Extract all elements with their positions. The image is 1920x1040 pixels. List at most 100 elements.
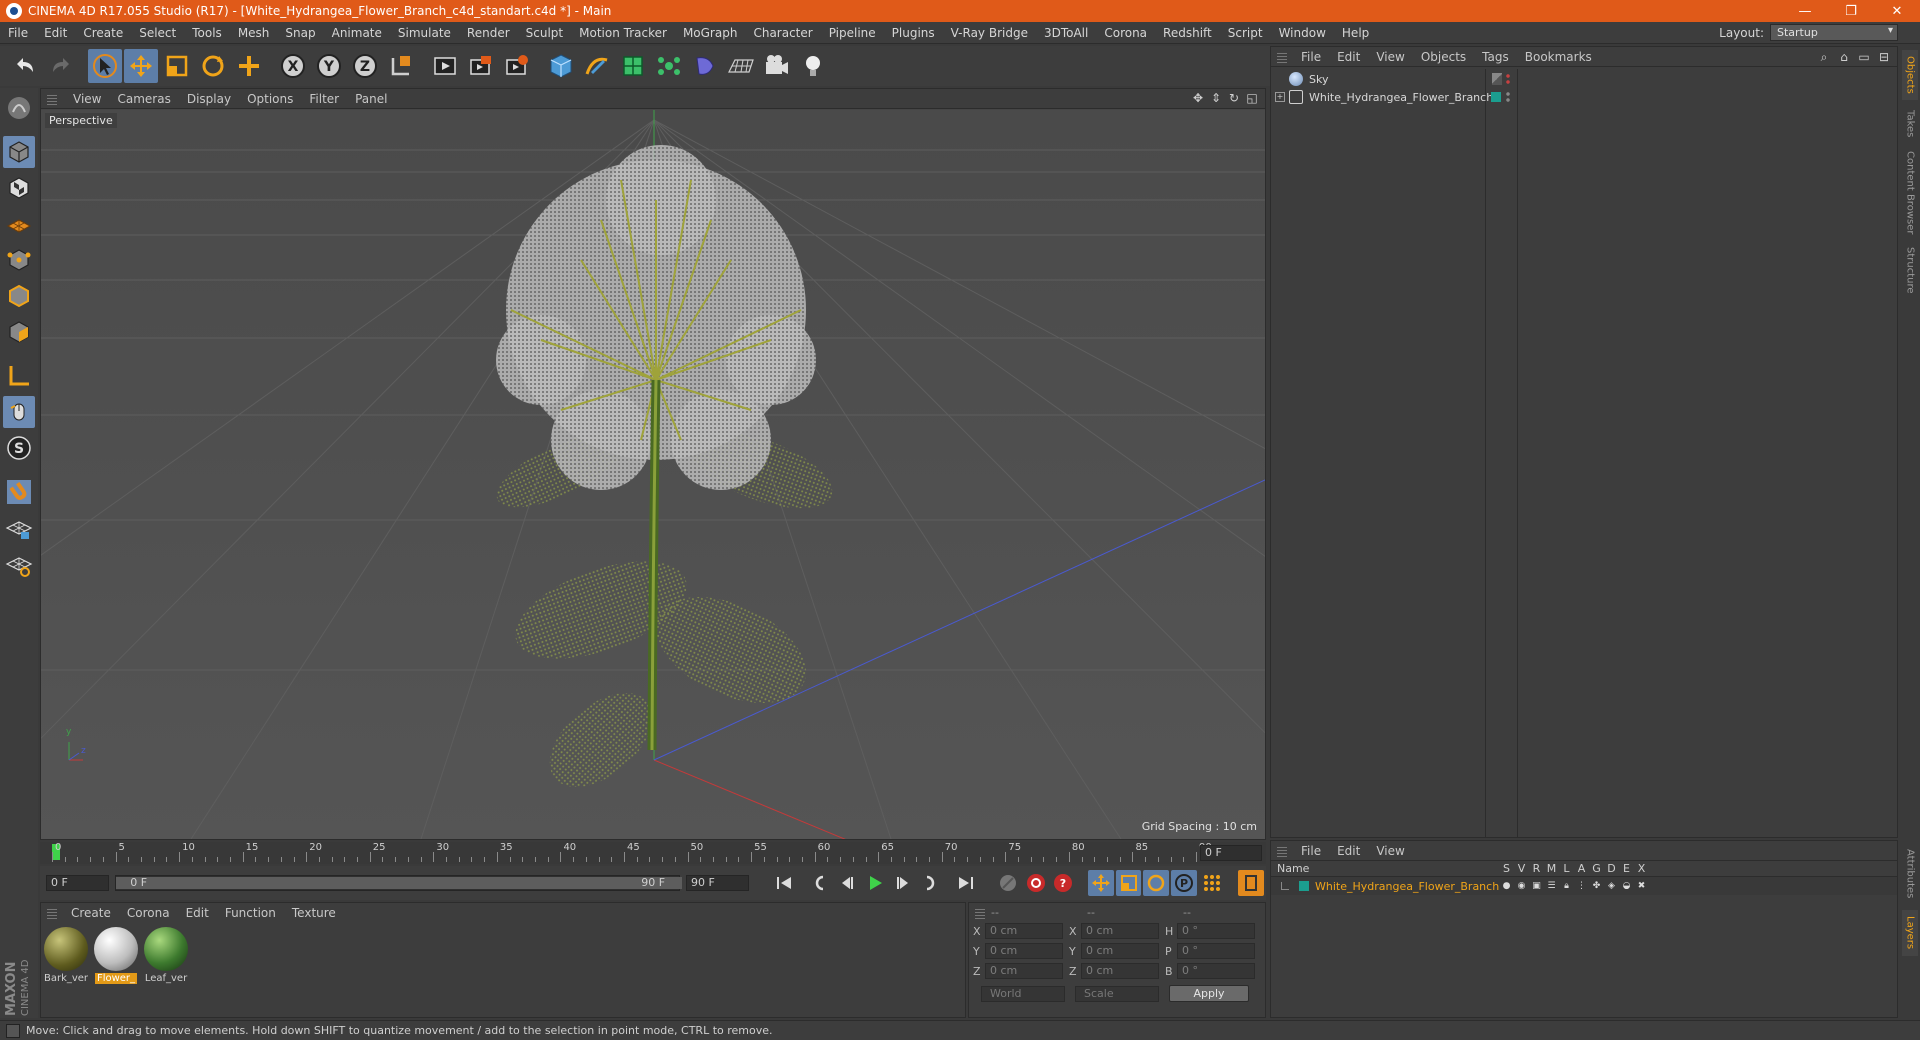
visibility-dots[interactable] [1506,73,1510,85]
texture-mode-icon[interactable] [3,172,35,204]
close-button[interactable]: ✕ [1874,0,1920,22]
scale-icon[interactable] [160,49,194,83]
restore-button[interactable]: ❐ [1828,0,1874,22]
material-menu-edit[interactable]: Edit [178,906,217,920]
axis-mode-icon[interactable] [3,360,35,392]
menu-file[interactable]: File [0,26,36,40]
coordinate-system-icon[interactable] [384,49,418,83]
panel-grip-icon[interactable] [47,907,57,919]
layout-dropdown[interactable]: Startup [1770,24,1898,41]
snapping-magnet-icon[interactable] [3,476,35,508]
menu-sculpt[interactable]: Sculpt [518,26,571,40]
apply-button[interactable]: Apply [1169,985,1249,1002]
size-z-field[interactable]: 0 cm [1081,963,1159,979]
col-deformers[interactable]: D [1604,862,1619,875]
cube-icon[interactable] [544,49,578,83]
menu-redshift[interactable]: Redshift [1155,26,1220,40]
material-leaf[interactable]: Leaf_ver [143,927,189,984]
viewport-menu-display[interactable]: Display [179,92,239,106]
key-scale-icon[interactable] [1115,870,1142,896]
expand-panel-icon[interactable]: ⊟ [1877,50,1891,64]
position-z-field[interactable]: 0 cm [985,963,1063,979]
pen-spline-icon[interactable] [580,49,614,83]
menu-animate[interactable]: Animate [324,26,390,40]
object-row-hydrangea[interactable]: + White_Hydrangea_Flower_Branch [1271,87,1897,107]
render-picture-viewer-icon[interactable] [464,49,498,83]
object-row-sky[interactable]: Sky [1271,69,1897,89]
menu-motion-tracker[interactable]: Motion Tracker [571,26,675,40]
next-key-icon[interactable] [918,870,944,896]
lock-flag-icon[interactable]: 🔒︎ [1559,880,1574,892]
camera-icon[interactable] [760,49,794,83]
menu-vray-bridge[interactable]: V-Ray Bridge [943,26,1036,40]
layer-color-swatch[interactable] [1299,881,1309,891]
record-keys-disabled-icon[interactable] [995,870,1021,896]
light-icon[interactable] [796,49,830,83]
tab-attributes[interactable]: Attributes [1902,842,1918,906]
layer-menu-edit[interactable]: Edit [1329,844,1368,858]
material-menu-function[interactable]: Function [217,906,284,920]
menu-help[interactable]: Help [1334,26,1377,40]
home-icon[interactable]: ⌂ [1837,50,1851,64]
coordinate-mode-dropdown[interactable]: World [981,985,1065,1002]
floor-grid-icon[interactable] [724,49,758,83]
select-arrow-icon[interactable] [88,49,122,83]
tab-structure[interactable]: Structure [1902,242,1918,298]
timeline-window-icon[interactable] [1238,870,1265,896]
layer-row[interactable]: White_Hydrangea_Flower_Branch ● ◉ ▣ ☰ 🔒︎… [1271,877,1897,895]
col-locked[interactable]: L [1559,862,1574,875]
view-flag-icon[interactable]: ◉ [1514,880,1529,892]
move-plus-icon[interactable] [232,49,266,83]
go-to-start-icon[interactable] [771,870,797,896]
start-frame-field[interactable]: 0 F [46,875,110,891]
layer-menu-file[interactable]: File [1293,844,1329,858]
current-frame-field[interactable]: 0 F [1200,845,1262,861]
render-settings-icon[interactable] [500,49,534,83]
workplane-lock-icon[interactable] [3,512,35,544]
panel-grip-icon[interactable] [975,907,985,919]
menu-window[interactable]: Window [1271,26,1334,40]
tab-layers[interactable]: Layers [1902,910,1918,956]
x-axis-icon[interactable]: X [276,49,310,83]
tab-takes[interactable]: Takes [1902,104,1918,144]
tab-content-browser[interactable]: Content Browser [1902,148,1918,238]
key-rotation-icon[interactable] [1143,870,1170,896]
go-to-end-icon[interactable] [953,870,979,896]
key-pla-icon[interactable] [1199,870,1225,896]
material-bark[interactable]: Bark_ver [43,927,89,984]
viewport-canvas[interactable]: y z Perspective Grid Spacing : 10 cm [41,110,1265,839]
menu-corona[interactable]: Corona [1096,26,1155,40]
menu-edit[interactable]: Edit [36,26,75,40]
material-menu-texture[interactable]: Texture [284,906,344,920]
position-x-field[interactable]: 0 cm [985,923,1063,939]
viewport-menu-panel[interactable]: Panel [347,92,395,106]
render-flag-icon[interactable]: ▣ [1529,880,1544,892]
subdivision-icon[interactable] [616,49,650,83]
menu-mesh[interactable]: Mesh [230,26,278,40]
col-animation[interactable]: A [1574,862,1589,875]
viewport-menu-options[interactable]: Options [239,92,301,106]
menu-render[interactable]: Render [459,26,518,40]
viewport-menu-filter[interactable]: Filter [301,92,347,106]
pan-view-icon[interactable]: ✥ [1191,91,1205,105]
previous-key-icon[interactable] [807,870,833,896]
undo-icon[interactable] [8,49,42,83]
new-window-icon[interactable]: ▭ [1857,50,1871,64]
mograph-cloner-icon[interactable] [652,49,686,83]
menu-character[interactable]: Character [745,26,820,40]
object-menu-objects[interactable]: Objects [1413,50,1474,64]
xref-flag-icon[interactable]: ✖ [1634,880,1649,892]
key-parameter-icon[interactable]: P [1171,870,1197,896]
col-expressions[interactable]: E [1619,862,1634,875]
col-solo[interactable]: S [1499,862,1514,875]
material-flower[interactable]: Flower_ [93,927,139,984]
deformer-icon[interactable] [688,49,722,83]
move-icon[interactable] [124,49,158,83]
solo-mode-icon[interactable]: S [3,432,35,464]
solo-flag-icon[interactable]: ● [1499,880,1514,892]
menu-mograph[interactable]: MoGraph [675,26,746,40]
model-mode-icon[interactable] [3,136,35,168]
key-position-icon[interactable] [1088,870,1114,896]
rotation-b-field[interactable]: 0 ° [1177,963,1255,979]
end-frame-field[interactable]: 90 F [686,875,750,891]
